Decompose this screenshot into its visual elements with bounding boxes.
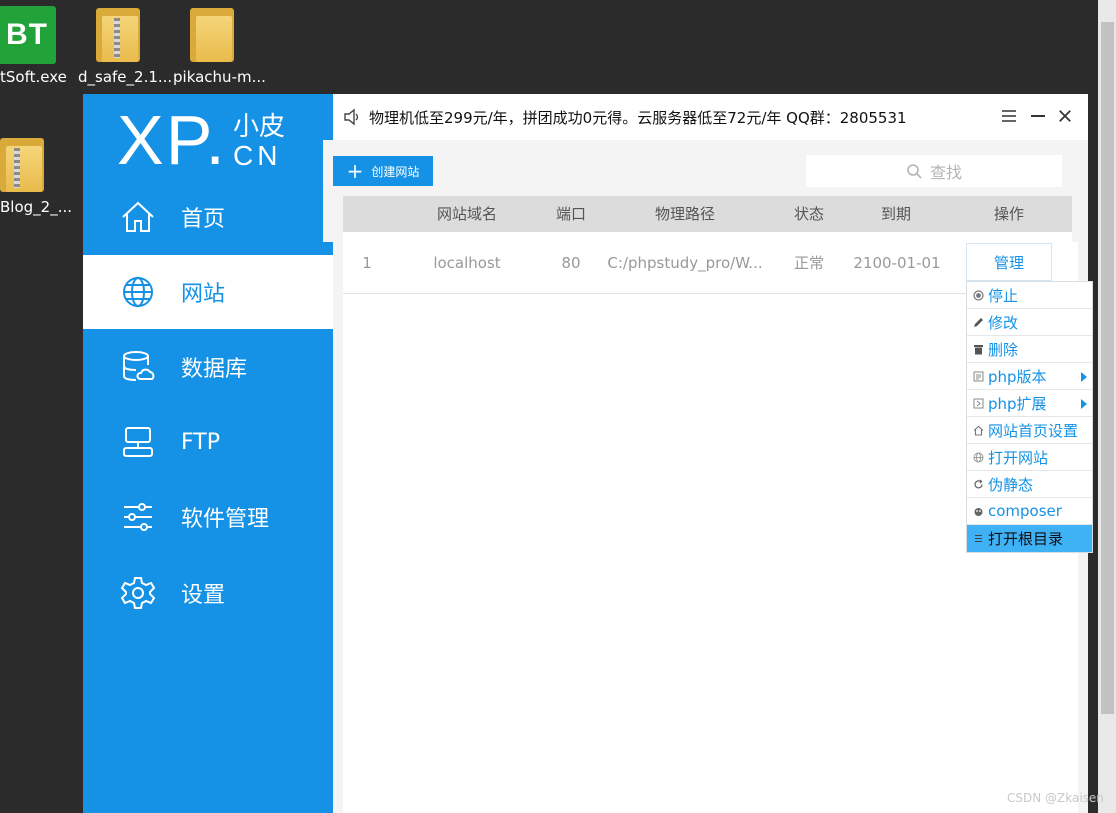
composer-icon xyxy=(973,506,984,517)
create-website-button[interactable]: + 创建网站 xyxy=(333,156,433,186)
submenu-arrow-icon xyxy=(1081,372,1087,382)
zip-folder-icon xyxy=(0,138,44,192)
menu-item-label: 打开网站 xyxy=(988,448,1049,467)
menu-item-label: 伪静态 xyxy=(988,475,1034,494)
sidebar-item-label: 网站 xyxy=(181,282,226,307)
menu-item-open-website[interactable]: 打开网站 xyxy=(967,444,1092,471)
database-icon xyxy=(119,348,157,386)
logo-brand: XP. xyxy=(117,101,227,179)
row-index: 1 xyxy=(362,254,372,272)
col-header-path: 物理路径 xyxy=(654,205,715,223)
menu-item-php-extension[interactable]: php扩展 xyxy=(967,390,1092,417)
row-port: 80 xyxy=(561,254,581,272)
col-header-domain: 网站域名 xyxy=(436,205,497,223)
sidebar: XP. 小皮 CN 首页 网站 数据库 FTP 软件管理 设置 xyxy=(83,94,333,813)
menu-item-label: php版本 xyxy=(988,367,1047,386)
col-header-expire: 到期 xyxy=(880,205,911,223)
row-path[interactable]: C:/phpstudy_pro/W... xyxy=(605,232,765,294)
logo-domain: CN xyxy=(233,140,282,171)
plus-icon: + xyxy=(346,159,364,183)
globe-small-icon xyxy=(973,452,984,463)
search-placeholder: 查找 xyxy=(929,163,962,182)
speaker-icon xyxy=(343,108,361,126)
manage-button[interactable]: 管理 xyxy=(966,243,1052,281)
watermark-text: CSDN @Zkaisen xyxy=(1007,791,1104,805)
sidebar-item-label: 软件管理 xyxy=(181,507,270,532)
ftp-icon xyxy=(119,423,157,461)
row-status: 正常 xyxy=(793,254,824,272)
desktop-scrollbar-thumb[interactable] xyxy=(1101,22,1114,714)
desktop-icon-label: tSoft.exe xyxy=(0,68,67,86)
list-icon xyxy=(973,533,984,544)
stop-icon xyxy=(973,289,984,301)
menu-item-edit[interactable]: 修改 xyxy=(967,309,1092,336)
sidebar-item-label: 数据库 xyxy=(181,357,248,382)
desktop-icon-label: Blog_2_... xyxy=(0,198,73,216)
row-expire: 2100-01-01 xyxy=(853,254,941,272)
notice-text[interactable]: 物理机低至299元/年，拼团成功0元得。云服务器低至72元/年 QQ群：2805… xyxy=(369,107,907,128)
col-header-status: 状态 xyxy=(793,205,824,223)
menu-item-delete[interactable]: 删除 xyxy=(967,336,1092,363)
menu-icon[interactable] xyxy=(999,106,1019,126)
close-icon[interactable] xyxy=(1055,106,1075,126)
menu-item-label: composer xyxy=(988,502,1062,520)
sidebar-item-database[interactable]: 数据库 xyxy=(83,330,333,404)
sidebar-item-website[interactable]: 网站 xyxy=(83,255,333,329)
menu-item-composer[interactable]: composer xyxy=(967,498,1092,525)
sidebar-item-label: FTP xyxy=(181,429,220,455)
menu-item-php-version[interactable]: php版本 xyxy=(967,363,1092,390)
sidebar-item-ftp[interactable]: FTP xyxy=(83,405,333,479)
sliders-icon xyxy=(119,498,157,536)
extension-icon xyxy=(973,398,984,409)
search-icon xyxy=(907,164,922,179)
col-header-action: 操作 xyxy=(993,205,1024,223)
manage-dropdown-menu: 停止 修改 删除 php版本 php扩展 网站首页设置 打开网站 伪静态 com… xyxy=(966,281,1093,553)
menu-item-open-root[interactable]: 打开根目录 xyxy=(967,525,1092,552)
submenu-arrow-icon xyxy=(1081,399,1087,409)
folder-icon xyxy=(190,8,234,62)
minimize-icon[interactable] xyxy=(1028,106,1048,126)
menu-item-label: 网站首页设置 xyxy=(988,421,1079,440)
home-small-icon xyxy=(973,425,984,436)
top-bar: 物理机低至299元/年，拼团成功0元得。云服务器低至72元/年 QQ群：2805… xyxy=(333,94,1088,140)
pencil-icon xyxy=(973,317,984,328)
gear-icon xyxy=(119,574,157,612)
menu-item-homepage-settings[interactable]: 网站首页设置 xyxy=(967,417,1092,444)
phpstudy-window: XP. 小皮 CN 首页 网站 数据库 FTP 软件管理 设置 物理机低至299… xyxy=(83,94,1088,813)
sidebar-item-label: 设置 xyxy=(181,583,226,608)
sidebar-item-label: 首页 xyxy=(181,207,226,232)
bt-app-icon: BT xyxy=(0,6,56,64)
logo-cn-small: 小皮 xyxy=(233,112,286,142)
col-header-port: 端口 xyxy=(555,205,586,223)
menu-item-label: php扩展 xyxy=(988,394,1047,413)
sidebar-item-software[interactable]: 软件管理 xyxy=(83,480,333,554)
menu-item-rewrite[interactable]: 伪静态 xyxy=(967,471,1092,498)
menu-item-label: 停止 xyxy=(988,286,1019,305)
trash-icon xyxy=(973,344,984,355)
refresh-icon xyxy=(973,479,984,490)
menu-item-label: 修改 xyxy=(988,313,1019,332)
table-header: 网站域名 端口 物理路径 状态 到期 操作 xyxy=(343,196,1072,232)
create-website-label: 创建网站 xyxy=(371,164,420,179)
desktop-icon-label: pikachu-m... xyxy=(173,68,266,86)
sidebar-item-settings[interactable]: 设置 xyxy=(83,556,333,630)
home-icon xyxy=(119,198,157,236)
desktop-icon-label: d_safe_2.1... xyxy=(78,68,173,86)
sidebar-item-home[interactable]: 首页 xyxy=(83,180,333,254)
search-input[interactable]: 查找 xyxy=(806,155,1062,187)
table-row: 1 localhost 80 C:/phpstudy_pro/W... 正常 2… xyxy=(343,232,1072,294)
row-domain[interactable]: localhost xyxy=(419,232,515,294)
zip-folder-icon xyxy=(96,8,140,62)
menu-item-stop[interactable]: 停止 xyxy=(967,282,1092,309)
php-icon xyxy=(973,371,984,382)
globe-icon xyxy=(119,273,157,311)
menu-item-label: 删除 xyxy=(988,340,1019,359)
menu-item-label: 打开根目录 xyxy=(988,530,1064,548)
